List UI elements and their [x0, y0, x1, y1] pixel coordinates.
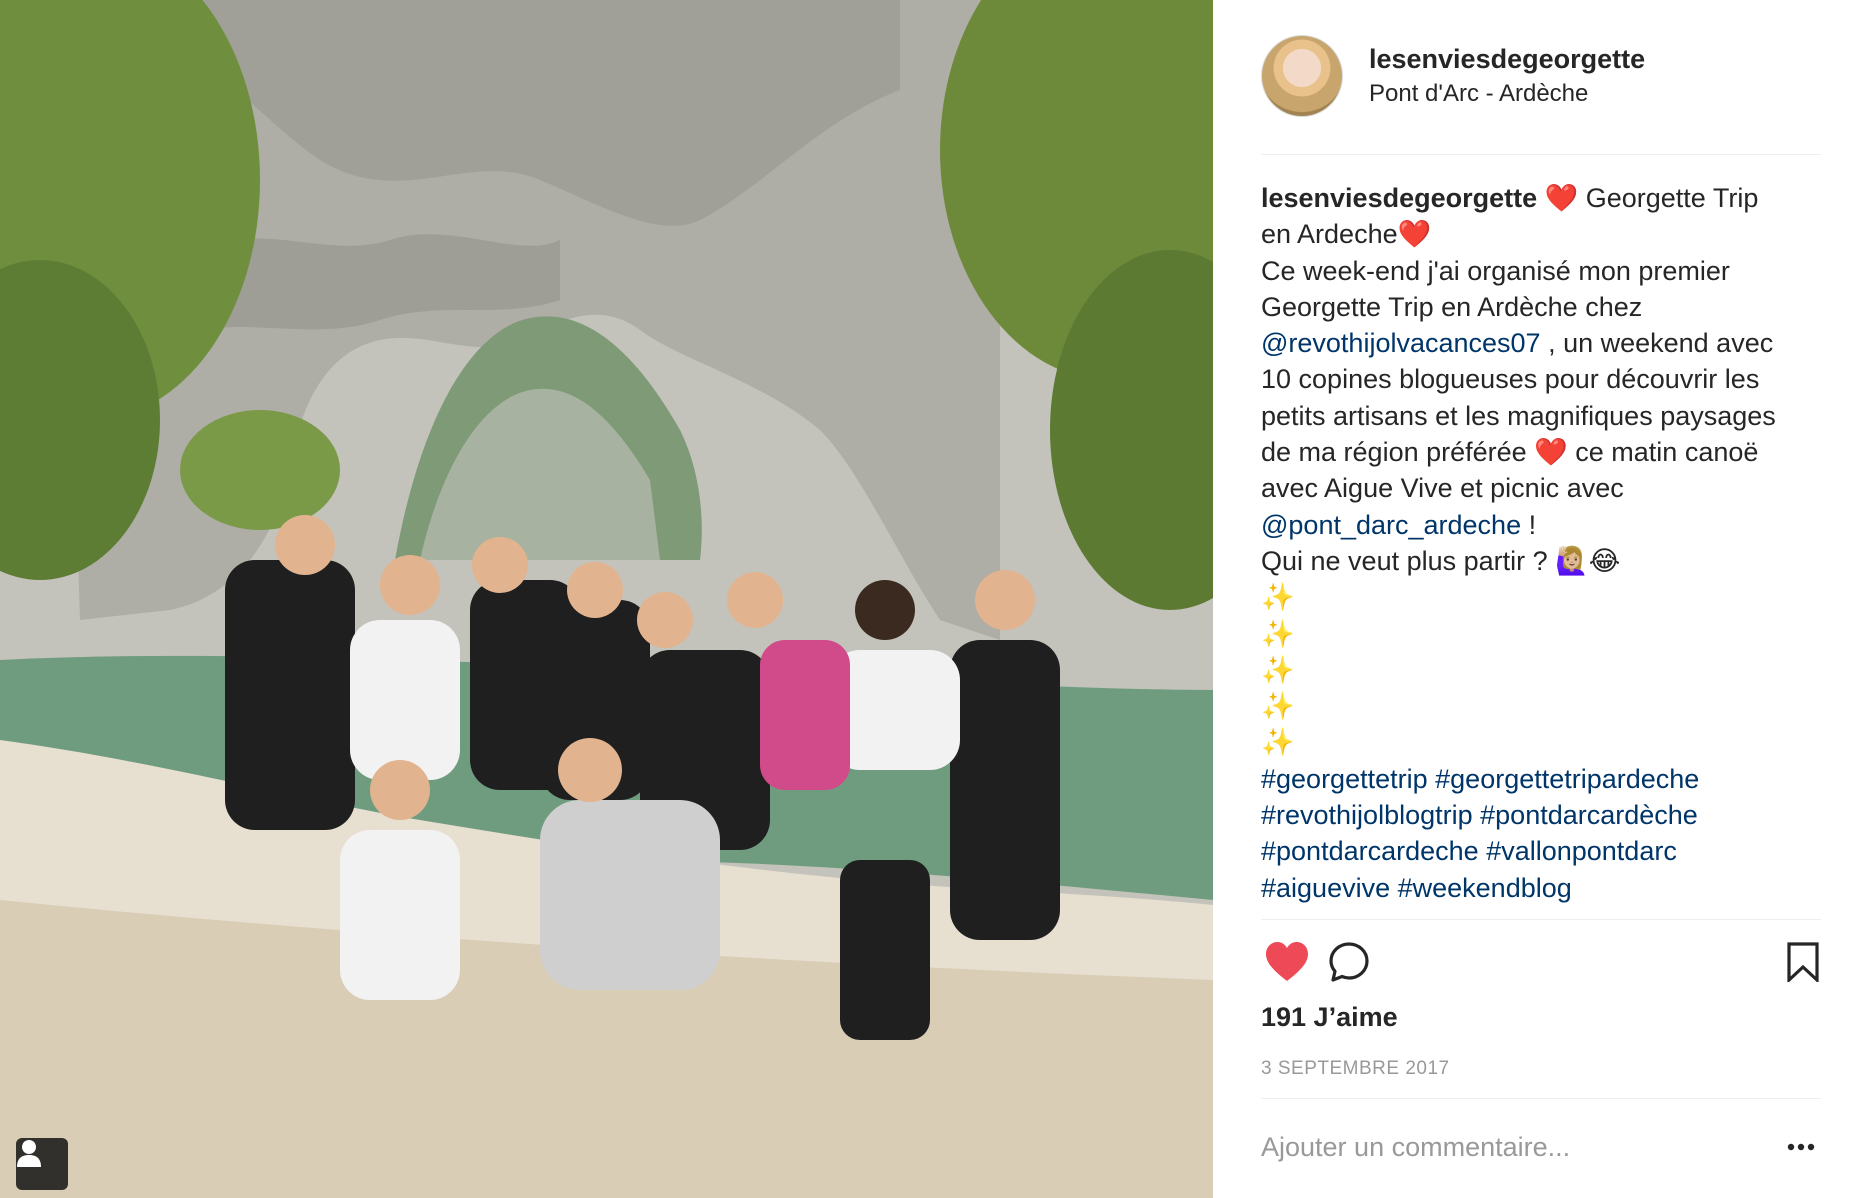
- save-button[interactable]: [1777, 936, 1829, 988]
- more-options-icon: [1787, 1143, 1815, 1151]
- hashtag-link[interactable]: #georgettetrip: [1261, 764, 1428, 794]
- hashtag-link[interactable]: #revothijolblogtrip: [1261, 800, 1473, 830]
- caption-text: Georgette Trip en Ardèche chez: [1261, 291, 1643, 322]
- like-button[interactable]: [1261, 936, 1313, 988]
- comment-input[interactable]: [1261, 1131, 1761, 1163]
- caption-text: avec Aigue Vive et picnic avec: [1261, 473, 1624, 504]
- caption-line: #pontdarcardeche #vallonpontdarc: [1261, 833, 1827, 869]
- caption-line: ✨: [1261, 688, 1827, 724]
- post-date: 3 SEPTEMBRE 2017: [1261, 1058, 1450, 1079]
- hashtag-link[interactable]: #pontdarcardeche: [1261, 836, 1479, 866]
- caption-text: 10 copines blogueuses pour découvrir les: [1261, 364, 1760, 395]
- mention-link[interactable]: @revothijolvacances07: [1261, 328, 1541, 358]
- tagged-users-button[interactable]: [16, 1138, 68, 1190]
- actions-divider: [1261, 919, 1821, 920]
- caption-line: petits artisans et les magnifiques paysa…: [1261, 398, 1827, 434]
- caption-text: ✨: [1261, 582, 1295, 613]
- caption-text: ❤️ Georgette Trip: [1537, 183, 1759, 213]
- header-divider: [1261, 154, 1821, 155]
- caption-line: Ce week-end j'ai organisé mon premier: [1261, 253, 1827, 289]
- comment-icon: [1329, 942, 1369, 982]
- instagram-post-view: lesenviesdegeorgette Pont d'Arc - Ardèch…: [0, 0, 1868, 1198]
- caption-line: Qui ne veut plus partir ? 🙋🏼‍♀️😂: [1261, 543, 1827, 579]
- caption-text: ✨: [1261, 691, 1295, 722]
- hashtag-link[interactable]: #pontdarcardèche: [1480, 800, 1698, 830]
- caption-text: !: [1521, 509, 1537, 540]
- header-text: lesenviesdegeorgette Pont d'Arc - Ardèch…: [1369, 42, 1645, 110]
- hashtag-link[interactable]: #aiguevive: [1261, 873, 1390, 903]
- caption-text: Qui ne veut plus partir ? 🙋🏼‍♀️😂: [1261, 545, 1621, 576]
- user-tag-icon: [17, 1140, 41, 1167]
- caption-line: 10 copines blogueuses pour découvrir les: [1261, 361, 1827, 397]
- caption-line: ✨: [1261, 616, 1827, 652]
- caption-text: de ma région préférée ❤️ ce matin canoë: [1261, 437, 1759, 468]
- caption-text: Ce week-end j'ai organisé mon premier: [1261, 255, 1730, 286]
- caption-text: [1428, 764, 1436, 794]
- location-link[interactable]: Pont d'Arc - Ardèche: [1369, 78, 1645, 110]
- avatar[interactable]: [1261, 35, 1343, 117]
- caption-text: [1390, 873, 1398, 903]
- caption-line: en Ardeche❤️: [1261, 216, 1827, 252]
- caption-line: ✨: [1261, 652, 1827, 688]
- caption-text: [1473, 800, 1481, 830]
- caption-text: en Ardeche❤️: [1261, 219, 1432, 250]
- caption-text: ✨: [1261, 618, 1295, 649]
- caption-username-link[interactable]: lesenviesdegeorgette: [1261, 183, 1537, 213]
- caption-line: #georgettetrip #georgettetripardeche: [1261, 761, 1827, 797]
- hashtag-link[interactable]: #georgettetripardeche: [1435, 764, 1699, 794]
- caption-line: lesenviesdegeorgette ❤️ Georgette Trip: [1261, 180, 1827, 216]
- caption-text: , un weekend avec: [1540, 328, 1774, 359]
- post-caption: lesenviesdegeorgette ❤️ Georgette Trip en…: [1261, 180, 1827, 915]
- more-options-button[interactable]: [1781, 1132, 1821, 1162]
- post-header: lesenviesdegeorgette Pont d'Arc - Ardèch…: [1261, 35, 1821, 117]
- action-bar: [1261, 936, 1821, 988]
- caption-line: Georgette Trip en Ardèche chez: [1261, 289, 1827, 325]
- comment-box: [1261, 1122, 1821, 1172]
- photo-illustration: [0, 0, 1213, 1198]
- caption-line: @pont_darc_ardeche !: [1261, 507, 1827, 543]
- comment-divider: [1261, 1098, 1821, 1099]
- caption-line: #aiguevive #weekendblog: [1261, 870, 1827, 906]
- hashtag-link[interactable]: #vallonpontdarc: [1486, 836, 1677, 866]
- post-side-panel: lesenviesdegeorgette Pont d'Arc - Ardèch…: [1213, 0, 1868, 1198]
- caption-line: avec Aigue Vive et picnic avec: [1261, 470, 1827, 506]
- caption-line: #revothijolblogtrip #pontdarcardèche: [1261, 797, 1827, 833]
- caption-line: de ma région préférée ❤️ ce matin canoë: [1261, 434, 1827, 470]
- comment-button[interactable]: [1323, 936, 1375, 988]
- caption-text: ✨: [1261, 654, 1295, 685]
- bookmark-icon: [1787, 942, 1819, 982]
- caption-text: petits artisans et les magnifiques paysa…: [1261, 400, 1776, 431]
- mention-link[interactable]: @pont_darc_ardeche: [1261, 510, 1521, 540]
- caption-line: @revothijolvacances07 , un weekend avec: [1261, 325, 1827, 361]
- username-link[interactable]: lesenviesdegeorgette: [1369, 42, 1645, 76]
- post-photo[interactable]: [0, 0, 1213, 1198]
- caption-line: ✨: [1261, 579, 1827, 615]
- caption-text: ✨: [1261, 727, 1295, 758]
- likes-count[interactable]: 191 J’aime: [1261, 1002, 1398, 1033]
- caption-line: ✨: [1261, 724, 1827, 760]
- heart-icon: [1266, 942, 1308, 981]
- hashtag-link[interactable]: #weekendblog: [1398, 873, 1572, 903]
